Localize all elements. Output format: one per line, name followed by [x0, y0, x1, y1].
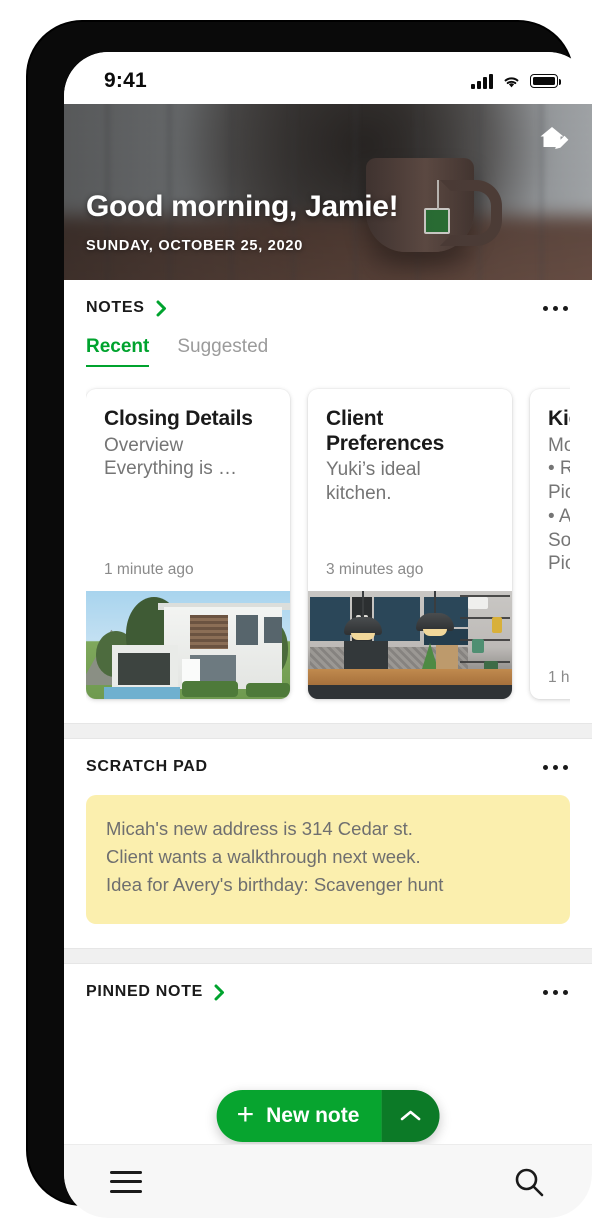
pinned-note-section: PINNED NOTE: [64, 964, 592, 1021]
note-card-body: Client Preferences Yuki’s ideal kitchen.: [308, 389, 512, 561]
new-note-expand-button[interactable]: [381, 1090, 440, 1142]
greeting-title: Good morning, Jamie!: [86, 190, 399, 223]
note-card-body: Kids’ Mond • Ray - Pickup • Aver Softba …: [530, 389, 570, 669]
scratch-pad-overflow-menu[interactable]: [541, 757, 570, 778]
pinned-note-title-group[interactable]: PINNED NOTE: [86, 983, 225, 1001]
section-divider-band: [64, 723, 592, 739]
note-card-title: Client Preferences: [326, 407, 445, 455]
tab-suggested[interactable]: Suggested: [177, 336, 268, 367]
search-icon[interactable]: [512, 1165, 546, 1199]
note-card-body: Closing Details Overview Everything is …: [86, 389, 290, 561]
phone-screen: 9:41 Good morning, Jamie! SUNDAY, OCTOBE…: [64, 52, 592, 1218]
note-snippet-line: • Ray -: [548, 458, 570, 480]
status-time: 9:41: [104, 69, 147, 92]
home-edit-icon[interactable]: [536, 122, 570, 156]
notes-title-group[interactable]: NOTES: [86, 299, 167, 317]
note-card-snippet: Mond • Ray - Pickup • Aver Softba Pickup: [548, 434, 570, 577]
plus-icon: +: [236, 1097, 255, 1131]
chevron-right-icon[interactable]: [156, 300, 167, 317]
pinned-note-title: PINNED NOTE: [86, 983, 204, 1001]
new-note-button[interactable]: + New note: [216, 1090, 382, 1142]
note-card-image-kitchen: [308, 591, 512, 699]
note-card-client-preferences[interactable]: Client Preferences Yuki’s ideal kitchen.…: [308, 389, 512, 699]
notes-section: NOTES Recent Suggested Closing Details O…: [64, 280, 592, 723]
note-card-title: Kids’: [548, 407, 570, 430]
hamburger-menu-icon[interactable]: [110, 1170, 142, 1193]
wifi-icon: [504, 76, 519, 87]
new-note-fab: + New note: [216, 1090, 440, 1142]
note-card-timestamp: 1 hour: [548, 669, 570, 686]
note-snippet-line: Mond: [548, 434, 570, 456]
chevron-right-icon[interactable]: [214, 984, 225, 1001]
note-snippet-line: Yuki’s ideal: [326, 459, 421, 481]
battery-icon: [530, 74, 562, 88]
scratch-line: Client wants a walkthrough next week.: [106, 845, 421, 867]
section-divider-band: [64, 948, 592, 965]
note-snippet-line: Overview: [104, 434, 184, 456]
note-card-kids-schedule[interactable]: Kids’ Mond • Ray - Pickup • Aver Softba …: [530, 389, 570, 699]
note-snippet-line: • Aver: [548, 505, 570, 527]
note-snippet-line: Pickup: [548, 482, 570, 504]
tab-recent[interactable]: Recent: [86, 336, 150, 367]
notes-section-title: NOTES: [86, 299, 145, 316]
hero-text-block: Good morning, Jamie! SUNDAY, OCTOBER 25,…: [86, 190, 399, 254]
pinned-note-header: PINNED NOTE: [86, 964, 570, 1020]
phone-frame: 9:41 Good morning, Jamie! SUNDAY, OCTOBE…: [28, 22, 592, 1218]
scratch-line: Micah's new address is 314 Cedar st.: [106, 818, 413, 839]
pinned-note-overflow-menu[interactable]: [541, 982, 570, 1003]
notes-section-header: NOTES: [86, 280, 570, 336]
note-snippet-line: Pickup: [548, 553, 570, 575]
note-card-snippet: Overview Everything is …: [104, 434, 272, 482]
new-note-label: New note: [266, 1104, 360, 1127]
note-snippet-line: Everything is …: [104, 458, 238, 480]
status-bar: 9:41: [64, 52, 592, 104]
note-card-title: Closing Details: [104, 407, 253, 430]
scratch-pad-section: SCRATCH PAD Micah's new address is 314 C…: [64, 739, 592, 925]
status-icons: [471, 73, 562, 89]
scratch-pad-title: SCRATCH PAD: [86, 758, 208, 775]
scratch-line: Idea for Avery's birthday: Scavenger hun…: [106, 873, 444, 895]
scratch-pad-note[interactable]: Micah's new address is 314 Cedar st. Cli…: [86, 795, 570, 925]
note-card-snippet: Yuki’s ideal kitchen.: [326, 458, 494, 506]
note-snippet-line: Softba: [548, 529, 570, 551]
current-date: SUNDAY, OCTOBER 25, 2020: [86, 238, 304, 254]
signal-bars-icon: [471, 73, 493, 89]
note-card-closing-details[interactable]: Closing Details Overview Everything is ……: [86, 389, 290, 699]
note-card-image-house: [86, 591, 290, 699]
scratch-pad-header: SCRATCH PAD: [86, 739, 570, 795]
notes-overflow-menu[interactable]: [541, 298, 570, 319]
notes-card-carousel[interactable]: Closing Details Overview Everything is ……: [86, 371, 570, 723]
note-card-timestamp: 1 minute ago: [104, 561, 194, 578]
note-card-timestamp: 3 minutes ago: [326, 561, 424, 578]
note-snippet-line: kitchen.: [326, 482, 392, 504]
chevron-up-icon: [400, 1110, 421, 1121]
hero-header: Good morning, Jamie! SUNDAY, OCTOBER 25,…: [64, 104, 592, 280]
bottom-navigation-bar: [64, 1144, 592, 1218]
notes-tabs: Recent Suggested: [86, 336, 570, 371]
